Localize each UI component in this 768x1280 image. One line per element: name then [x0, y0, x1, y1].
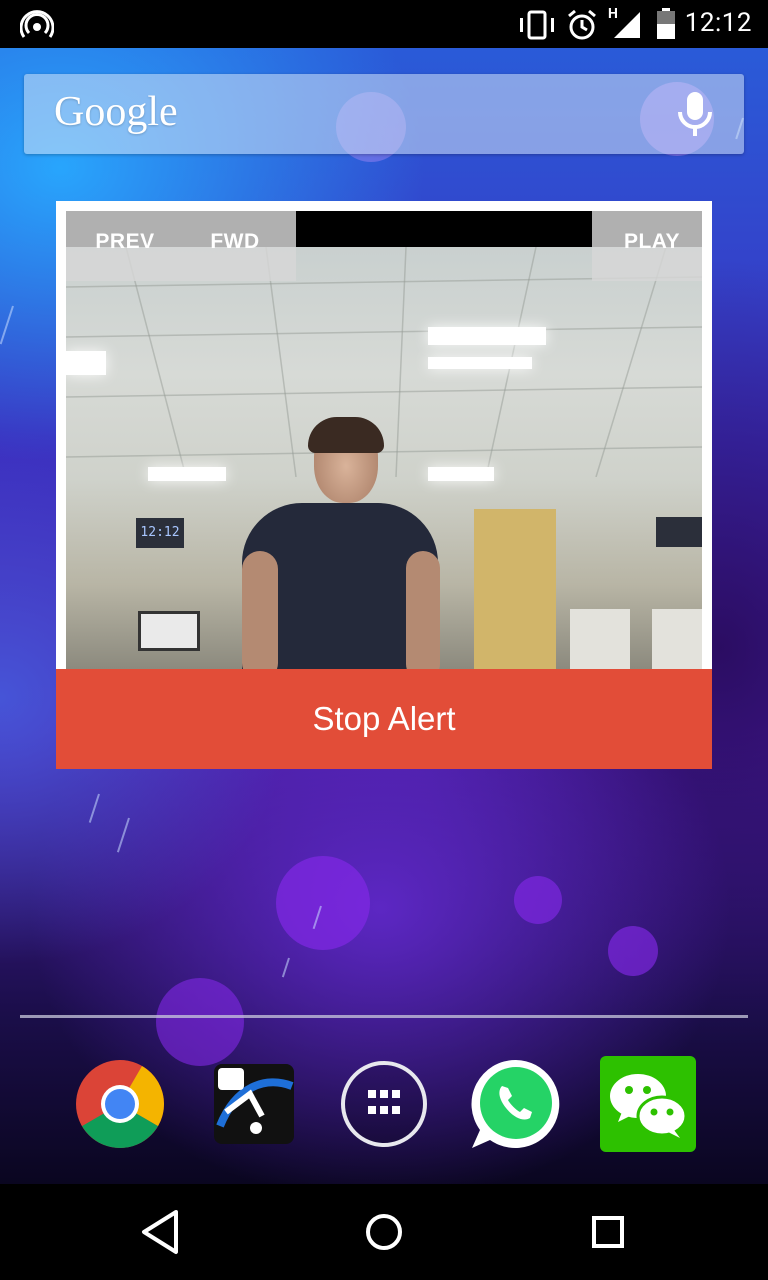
ceiling-light	[66, 351, 106, 375]
alarm-icon	[568, 9, 596, 40]
wallpaper-orb	[156, 978, 244, 1066]
wechat-icon	[600, 1056, 696, 1152]
app-icon	[214, 1064, 294, 1144]
chrome-app[interactable]	[72, 1056, 168, 1152]
prev-button[interactable]: PREV	[66, 211, 184, 281]
battery-icon	[657, 8, 675, 39]
wallpaper-streak	[281, 957, 290, 978]
office-door	[474, 509, 556, 669]
person-arm	[406, 551, 440, 669]
office-printer	[652, 609, 702, 669]
camera-widget: 12:12 PREV FWD PLAY Stop Alert	[56, 201, 712, 769]
wallpaper-orb	[514, 876, 562, 924]
ceiling-light	[428, 467, 494, 481]
app-drawer-icon	[341, 1061, 427, 1147]
back-icon[interactable]	[126, 1198, 194, 1266]
recents-icon[interactable]	[574, 1198, 642, 1266]
office-tv	[656, 517, 702, 547]
status-clock: 12:12	[684, 8, 752, 38]
mic-icon[interactable]	[672, 90, 718, 140]
home-icon[interactable]	[350, 1198, 418, 1266]
play-button[interactable]: PLAY	[592, 211, 712, 281]
playback-controls-right: PLAY	[592, 211, 702, 281]
office-monitor	[138, 611, 200, 651]
dock-divider	[20, 1015, 748, 1018]
chrome-icon	[76, 1060, 164, 1148]
whatsapp-icon	[471, 1059, 560, 1148]
wechat-app[interactable]	[600, 1056, 696, 1152]
wallpaper-orb	[276, 856, 370, 950]
stop-alert-button[interactable]: Stop Alert	[56, 669, 712, 769]
ceiling-light	[428, 357, 532, 369]
wall-clock-display: 12:12	[136, 518, 184, 548]
signal-icon	[614, 12, 640, 38]
person-arm	[242, 551, 278, 669]
ceiling-grid	[66, 247, 702, 477]
playback-controls-left: PREV FWD	[66, 211, 296, 281]
google-logo: Google	[54, 89, 178, 135]
fwd-button[interactable]: FWD	[184, 211, 286, 281]
navigation-bar	[0, 1184, 768, 1280]
office-printer	[570, 609, 630, 669]
person-hair	[308, 417, 384, 453]
wallpaper-streak	[0, 305, 14, 345]
wallpaper-streak	[88, 793, 100, 823]
wallpaper-streak	[116, 817, 130, 853]
vibrate-icon	[520, 10, 554, 40]
status-bar: H 12:12	[0, 0, 768, 48]
ceiling-light	[148, 467, 226, 481]
ceiling-light	[428, 327, 546, 345]
app-2[interactable]	[206, 1056, 302, 1152]
wallpaper-orb	[608, 926, 658, 976]
app-drawer-button[interactable]	[336, 1056, 432, 1152]
whatsapp-app[interactable]	[468, 1056, 564, 1152]
hotspot-icon	[20, 10, 54, 38]
google-search-bar[interactable]: Google	[24, 74, 744, 154]
